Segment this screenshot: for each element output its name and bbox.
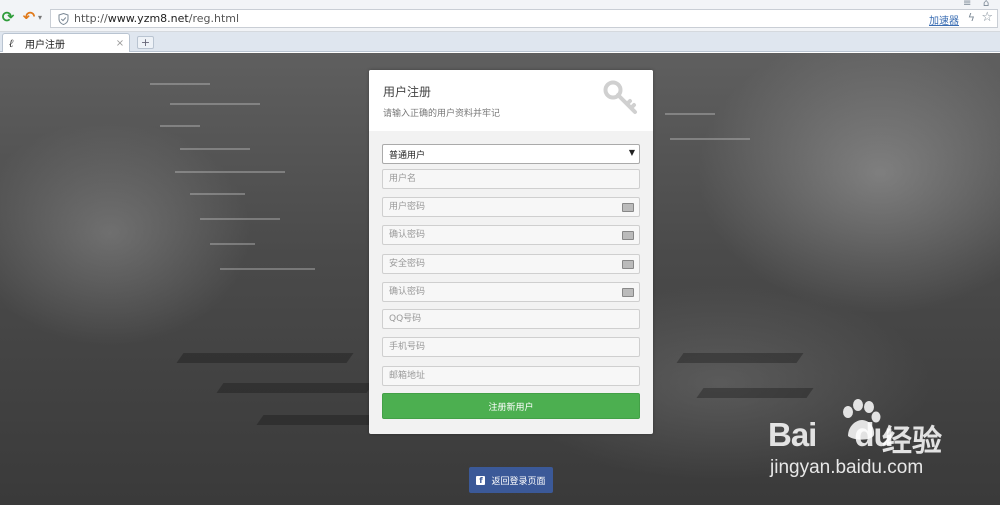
background-decoration xyxy=(665,113,715,115)
confirm-password-input[interactable] xyxy=(389,226,639,244)
phone-field[interactable] xyxy=(382,337,640,357)
username-input[interactable] xyxy=(389,170,639,188)
register-card: 用户注册 请输入正确的用户资料并牢记 普通用户 ▼ 注册新用户 xyxy=(369,70,653,434)
baidu-jingyan-watermark: Bai du 经验 jingyan.baidu.com xyxy=(760,398,1000,488)
tab-title: 用户注册 xyxy=(25,39,65,51)
background-decoration xyxy=(190,193,245,195)
watermark-brand-cn: 经验 xyxy=(882,424,942,459)
watermark-url: jingyan.baidu.com xyxy=(770,457,924,478)
password-field[interactable] xyxy=(382,197,640,217)
background-decoration xyxy=(216,383,374,393)
background-decoration xyxy=(670,138,750,140)
menu-icon[interactable]: ≡ xyxy=(963,0,971,9)
qq-field[interactable] xyxy=(382,309,640,329)
email-input[interactable] xyxy=(389,367,639,385)
background-decoration xyxy=(220,268,315,270)
password-input[interactable] xyxy=(389,198,639,216)
card-subtitle: 请输入正确的用户资料并牢记 xyxy=(383,109,501,119)
confirm-password-field[interactable] xyxy=(382,225,640,245)
phone-input[interactable] xyxy=(389,338,639,356)
browser-address-bar: ⟳ ↶ ▾ http://www.yzm8.net/reg.html 加速器 ϟ… xyxy=(0,0,1000,32)
tab-register[interactable]: ℓ 用户注册 × xyxy=(2,33,130,52)
background-decoration xyxy=(170,103,260,105)
url-text: http://www.yzm8.net/reg.html xyxy=(74,12,240,25)
new-tab-button[interactable]: + xyxy=(137,36,154,49)
email-field[interactable] xyxy=(382,366,640,386)
register-button[interactable]: 注册新用户 xyxy=(382,393,640,419)
facebook-icon: f xyxy=(476,475,486,485)
shield-icon xyxy=(55,11,71,26)
url-field[interactable]: http://www.yzm8.net/reg.html 加速器 ϟ ☆ xyxy=(50,9,998,28)
background-decoration xyxy=(696,388,814,398)
refresh-icon[interactable]: ⟳ xyxy=(0,8,16,26)
user-type-selected: 普通用户 xyxy=(389,150,426,161)
back-to-login-label: 返回登录页面 xyxy=(491,476,546,487)
card-title: 用户注册 xyxy=(383,85,432,99)
lightning-icon[interactable]: ϟ xyxy=(968,11,975,24)
security-password-input[interactable] xyxy=(389,255,639,273)
background-decoration xyxy=(200,218,280,220)
background-decoration xyxy=(150,83,210,85)
key-icon xyxy=(603,80,637,114)
keyboard-icon[interactable] xyxy=(622,260,634,269)
undo-icon[interactable]: ↶ xyxy=(21,8,37,26)
security-password-field[interactable] xyxy=(382,254,640,274)
username-field[interactable] xyxy=(382,169,640,189)
card-header: 用户注册 请输入正确的用户资料并牢记 xyxy=(369,70,653,131)
keyboard-icon[interactable] xyxy=(622,231,634,240)
confirm-security-password-field[interactable] xyxy=(382,282,640,302)
star-icon[interactable]: ☆ xyxy=(981,10,993,25)
pin-icon[interactable]: ⌂ xyxy=(983,0,989,9)
background-decoration xyxy=(160,125,200,127)
chevron-down-icon: ▼ xyxy=(628,148,635,157)
background-decoration xyxy=(175,171,285,173)
background-decoration xyxy=(256,415,384,425)
keyboard-icon[interactable] xyxy=(622,203,634,212)
confirm-security-password-input[interactable] xyxy=(389,283,639,301)
watermark-brand: Bai du xyxy=(768,416,894,453)
keyboard-icon[interactable] xyxy=(622,288,634,297)
tab-bar: ℓ 用户注册 × + xyxy=(0,32,1000,52)
chevron-down-icon[interactable]: ▾ xyxy=(36,9,44,25)
background-decoration xyxy=(176,353,354,363)
back-to-login-button[interactable]: f 返回登录页面 xyxy=(469,467,553,493)
close-icon[interactable]: × xyxy=(113,38,127,49)
user-type-select[interactable]: 普通用户 ▼ xyxy=(382,144,640,164)
background-decoration xyxy=(180,148,250,150)
background-decoration xyxy=(210,243,255,245)
accelerator-link[interactable]: 加速器 xyxy=(929,12,959,27)
favicon-icon: ℓ xyxy=(9,36,14,50)
qq-input[interactable] xyxy=(389,310,639,328)
background-decoration xyxy=(676,353,804,363)
